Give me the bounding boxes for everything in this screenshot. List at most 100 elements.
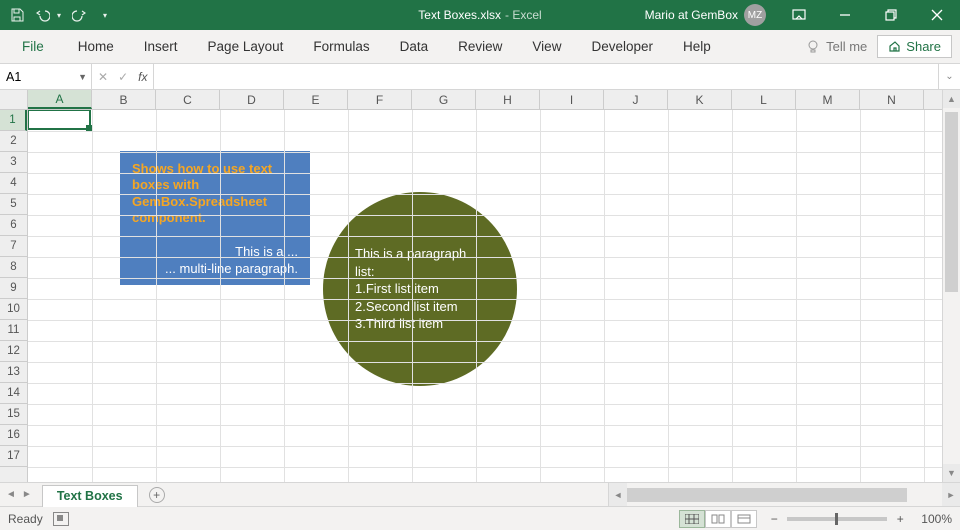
zoom-out-button[interactable]: − [767, 512, 781, 526]
gridline-col [476, 110, 477, 482]
share-button[interactable]: Share [877, 35, 952, 58]
row-header[interactable]: 3 [0, 152, 27, 173]
column-header[interactable]: F [348, 90, 412, 109]
tab-page-layout[interactable]: Page Layout [194, 33, 298, 60]
macro-recording-icon[interactable] [53, 512, 69, 526]
worksheet-grid[interactable]: ABCDEFGHIJKLMN 1234567891011121314151617… [0, 90, 960, 482]
row-header[interactable]: 12 [0, 341, 27, 362]
row-header[interactable]: 11 [0, 320, 27, 341]
sheet-nav-buttons[interactable]: ◄ ► [0, 483, 38, 506]
row-header[interactable]: 1 [0, 110, 27, 131]
redo-button[interactable] [68, 4, 90, 26]
row-header[interactable]: 4 [0, 173, 27, 194]
vertical-scrollbar[interactable]: ▲ ▼ [942, 90, 960, 482]
column-header[interactable]: E [284, 90, 348, 109]
textbox-shape-rect[interactable]: Shows how to use text boxes with GemBox.… [120, 151, 310, 285]
column-headers[interactable]: ABCDEFGHIJKLMN [28, 90, 942, 110]
tab-developer[interactable]: Developer [577, 33, 667, 60]
close-button[interactable] [914, 0, 960, 30]
row-header[interactable]: 6 [0, 215, 27, 236]
vertical-scroll-thumb[interactable] [945, 112, 958, 292]
page-layout-view-button[interactable] [705, 510, 731, 528]
row-header[interactable]: 10 [0, 299, 27, 320]
row-header[interactable]: 17 [0, 446, 27, 467]
tab-review[interactable]: Review [444, 33, 516, 60]
textbox-shape-circle[interactable]: This is a paragraph list: 1.First list i… [323, 192, 517, 386]
undo-dropdown-icon[interactable]: ▾ [54, 4, 64, 26]
row-header[interactable]: 2 [0, 131, 27, 152]
tab-file[interactable]: File [8, 33, 62, 60]
column-header[interactable]: A [28, 90, 92, 109]
row-header[interactable]: 16 [0, 425, 27, 446]
sheet-nav-prev-icon[interactable]: ◄ [6, 489, 16, 500]
scroll-right-icon[interactable]: ► [942, 483, 960, 506]
select-all-corner[interactable] [0, 90, 28, 110]
enter-formula-icon[interactable]: ✓ [118, 70, 128, 84]
plus-icon: + [149, 487, 165, 503]
zoom-slider-thumb[interactable] [835, 513, 838, 525]
horizontal-scroll-thumb[interactable] [627, 488, 907, 502]
formula-input[interactable] [154, 64, 938, 89]
cells-viewport[interactable]: Shows how to use text boxes with GemBox.… [28, 110, 942, 482]
row-header[interactable]: 14 [0, 383, 27, 404]
gridline-col [604, 110, 605, 482]
qat-customize-icon[interactable]: ▾ [94, 4, 116, 26]
save-button[interactable] [6, 4, 28, 26]
status-ready-label: Ready [8, 512, 43, 526]
sheet-tab-active[interactable]: Text Boxes [42, 485, 138, 507]
column-header[interactable]: N [860, 90, 924, 109]
row-header[interactable]: 7 [0, 236, 27, 257]
new-sheet-button[interactable]: + [146, 483, 168, 506]
tab-help[interactable]: Help [669, 33, 725, 60]
row-header[interactable]: 13 [0, 362, 27, 383]
column-header[interactable]: I [540, 90, 604, 109]
tab-formulas[interactable]: Formulas [299, 33, 383, 60]
gridline-row [28, 425, 942, 426]
column-header[interactable]: G [412, 90, 476, 109]
tab-home[interactable]: Home [64, 33, 128, 60]
gridline-row [28, 341, 942, 342]
tell-me-search[interactable]: Tell me [798, 39, 875, 54]
name-box[interactable]: ▼ [0, 64, 92, 89]
scroll-down-icon[interactable]: ▼ [943, 464, 960, 482]
formula-bar[interactable] [154, 64, 938, 89]
normal-view-button[interactable] [679, 510, 705, 528]
gridline-col [732, 110, 733, 482]
tab-data[interactable]: Data [386, 33, 443, 60]
tab-view[interactable]: View [518, 33, 575, 60]
expand-formula-bar-icon[interactable]: ⌄ [938, 64, 960, 89]
gridline-col [796, 110, 797, 482]
tab-insert[interactable]: Insert [130, 33, 192, 60]
column-header[interactable]: D [220, 90, 284, 109]
column-header[interactable]: M [796, 90, 860, 109]
ribbon-display-options-button[interactable] [776, 0, 822, 30]
column-header[interactable]: L [732, 90, 796, 109]
horizontal-scrollbar[interactable]: ◄ ► [608, 483, 960, 506]
row-header[interactable]: 15 [0, 404, 27, 425]
circle-list-item-3: 3.Third list item [355, 315, 485, 333]
name-box-input[interactable] [6, 70, 64, 84]
column-header[interactable]: H [476, 90, 540, 109]
sheet-nav-next-icon[interactable]: ► [22, 489, 32, 500]
minimize-button[interactable] [822, 0, 868, 30]
column-header[interactable]: B [92, 90, 156, 109]
row-header[interactable]: 9 [0, 278, 27, 299]
row-header[interactable]: 5 [0, 194, 27, 215]
name-box-dropdown-icon[interactable]: ▼ [78, 72, 87, 82]
gridline-row [28, 404, 942, 405]
column-header[interactable]: J [604, 90, 668, 109]
restore-button[interactable] [868, 0, 914, 30]
formula-bar-buttons: ✕ ✓ fx [92, 64, 154, 89]
zoom-in-button[interactable]: + [893, 512, 907, 526]
column-header[interactable]: C [156, 90, 220, 109]
insert-function-icon[interactable]: fx [138, 70, 147, 84]
row-header[interactable]: 8 [0, 257, 27, 278]
row-headers[interactable]: 1234567891011121314151617 [0, 110, 28, 482]
signed-in-user[interactable]: Mario at GemBox MZ [645, 4, 766, 26]
undo-button[interactable] [32, 4, 54, 26]
scroll-up-icon[interactable]: ▲ [943, 90, 960, 108]
page-break-view-button[interactable] [731, 510, 757, 528]
scroll-left-icon[interactable]: ◄ [609, 483, 627, 506]
column-header[interactable]: K [668, 90, 732, 109]
cancel-formula-icon[interactable]: ✕ [98, 70, 108, 84]
